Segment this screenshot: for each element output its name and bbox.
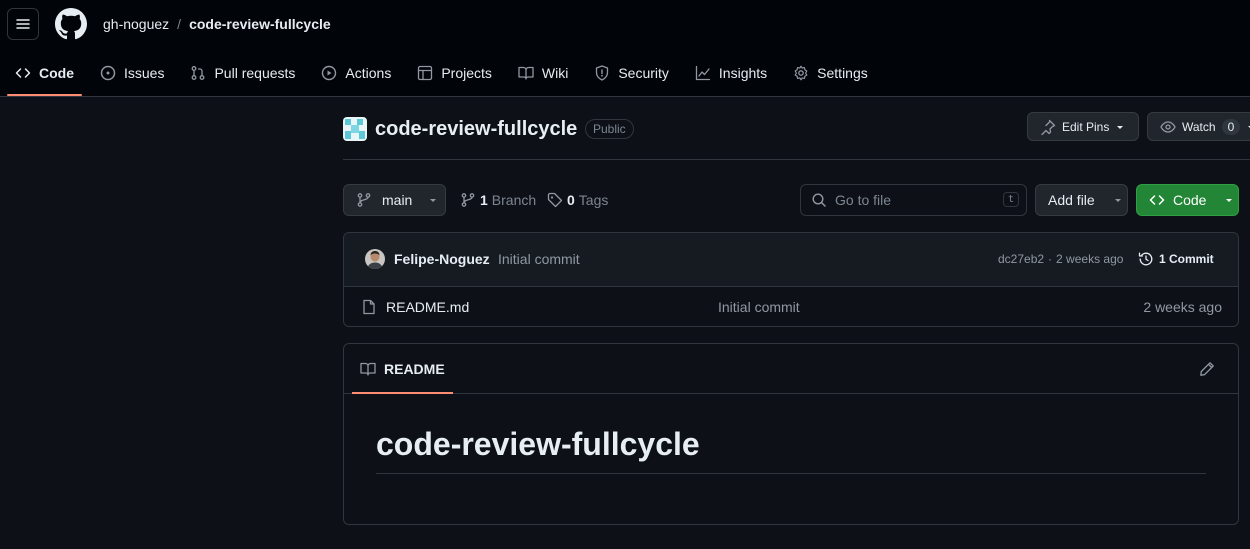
tab-label: Security bbox=[618, 65, 669, 81]
graph-icon bbox=[695, 65, 711, 81]
tab-projects[interactable]: Projects bbox=[409, 53, 500, 93]
breadcrumb-owner-link[interactable]: gh-noguez bbox=[103, 16, 169, 32]
tab-label: Issues bbox=[124, 65, 165, 81]
avatar[interactable] bbox=[365, 249, 385, 269]
tab-label: Actions bbox=[345, 65, 392, 81]
tags-link[interactable]: 0 Tags bbox=[547, 192, 608, 208]
watch-button[interactable]: Watch 0 bbox=[1147, 112, 1250, 141]
tag-count: 0 bbox=[567, 192, 575, 208]
repo-owner-avatar bbox=[343, 117, 367, 141]
history-icon bbox=[1138, 252, 1153, 266]
caret-down-icon bbox=[1248, 125, 1250, 128]
repo-nav-tabs: Code Issues Pull requests Actions Projec… bbox=[7, 53, 886, 97]
breadcrumb-repo-link[interactable]: code-review-fullcycle bbox=[189, 16, 331, 32]
branch-icon bbox=[461, 193, 475, 207]
table-row[interactable]: README.md Initial commit 2 weeks ago bbox=[344, 287, 1238, 326]
eye-icon bbox=[1160, 120, 1176, 133]
breadcrumb: gh-noguez / code-review-fullcycle bbox=[103, 16, 331, 32]
code-icon bbox=[1149, 195, 1165, 205]
search-icon bbox=[812, 193, 826, 207]
code-dropdown-button[interactable]: Code bbox=[1136, 184, 1239, 216]
readme-header: README bbox=[344, 344, 1238, 394]
readme-tab[interactable]: README bbox=[352, 344, 453, 394]
play-icon bbox=[322, 65, 337, 81]
branch-count: 1 bbox=[480, 192, 488, 208]
readme-tab-label: README bbox=[384, 360, 445, 377]
branch-toolbar: main 1 Branch 0 Tags Go to file t Add fi… bbox=[343, 184, 1239, 216]
tab-label: Insights bbox=[718, 65, 768, 81]
edit-pins-button[interactable]: Edit Pins bbox=[1027, 112, 1139, 141]
file-browser: Felipe-Noguez Initial commit dc27eb2 · 2… bbox=[343, 232, 1239, 327]
branch-selector[interactable]: main bbox=[343, 184, 446, 216]
tab-label: Code bbox=[39, 65, 74, 81]
shield-icon bbox=[596, 65, 609, 81]
commit-author[interactable]: Felipe-Noguez bbox=[394, 251, 490, 267]
file-icon bbox=[363, 299, 375, 315]
pin-icon bbox=[1041, 119, 1056, 135]
tab-label: Projects bbox=[441, 65, 492, 81]
hamburger-icon bbox=[16, 19, 30, 29]
commit-age: 2 weeks ago bbox=[1056, 252, 1124, 266]
watch-count: 0 bbox=[1221, 118, 1241, 135]
tab-pull-requests[interactable]: Pull requests bbox=[182, 53, 303, 93]
menu-button[interactable] bbox=[7, 8, 39, 40]
book-icon bbox=[518, 66, 534, 80]
github-logo-icon[interactable] bbox=[55, 8, 87, 40]
repo-title-bar: code-review-fullcycle Public Edit Pins W… bbox=[343, 112, 1250, 160]
tab-code[interactable]: Code bbox=[7, 53, 82, 96]
repo-title[interactable]: code-review-fullcycle bbox=[375, 118, 577, 141]
add-file-button[interactable]: Add file bbox=[1035, 184, 1128, 216]
commit-message[interactable]: Initial commit bbox=[498, 251, 580, 267]
book-icon bbox=[360, 362, 376, 376]
branch-icon bbox=[357, 193, 371, 207]
pencil-icon[interactable] bbox=[1199, 361, 1215, 377]
tab-issues[interactable]: Issues bbox=[92, 53, 172, 93]
branch-count-label: Branch bbox=[491, 192, 537, 208]
tab-label: Settings bbox=[817, 65, 868, 81]
gear-icon bbox=[794, 65, 808, 81]
issue-icon bbox=[100, 65, 116, 81]
tab-wiki[interactable]: Wiki bbox=[510, 53, 576, 93]
go-to-file-input[interactable]: Go to file t bbox=[800, 184, 1027, 216]
tab-label: Pull requests bbox=[214, 65, 296, 81]
breadcrumb-separator: / bbox=[177, 16, 182, 32]
edit-pins-label: Edit Pins bbox=[1062, 119, 1110, 134]
app-header: gh-noguez / code-review-fullcycle Code I… bbox=[0, 0, 1250, 97]
code-button-label: Code bbox=[1173, 192, 1207, 208]
tab-label: Wiki bbox=[541, 65, 569, 81]
tab-settings[interactable]: Settings bbox=[785, 53, 876, 93]
commit-history-link[interactable]: 1 Commit bbox=[1138, 251, 1214, 267]
watch-label: Watch bbox=[1182, 119, 1216, 134]
commit-meta: dc27eb2 · 2 weeks ago bbox=[998, 252, 1123, 266]
code-icon bbox=[15, 68, 31, 78]
caret-down-icon bbox=[1114, 199, 1121, 202]
latest-commit-row: Felipe-Noguez Initial commit dc27eb2 · 2… bbox=[344, 233, 1238, 287]
commit-meta-separator: · bbox=[1048, 252, 1053, 266]
keyboard-shortcut-hint: t bbox=[1002, 192, 1019, 207]
file-commit-message[interactable]: Initial commit bbox=[718, 299, 800, 315]
add-file-label: Add file bbox=[1048, 192, 1095, 208]
tab-actions[interactable]: Actions bbox=[313, 53, 399, 93]
file-name-link[interactable]: README.md bbox=[386, 299, 469, 315]
tag-count-label: Tags bbox=[578, 192, 609, 208]
tab-insights[interactable]: Insights bbox=[687, 53, 775, 93]
commit-hash[interactable]: dc27eb2 bbox=[998, 252, 1044, 266]
caret-down-icon bbox=[430, 199, 437, 202]
table-icon bbox=[418, 65, 433, 81]
readme-heading: code-review-fullcycle bbox=[376, 426, 1206, 474]
caret-down-icon bbox=[1117, 125, 1124, 129]
caret-down-icon bbox=[1226, 199, 1233, 202]
readme-panel: README code-review-fullcycle bbox=[343, 343, 1239, 525]
pull-request-icon bbox=[192, 66, 205, 80]
branches-link[interactable]: 1 Branch bbox=[460, 192, 536, 208]
tab-security[interactable]: Security bbox=[586, 53, 677, 93]
commit-count-label: 1 Commit bbox=[1159, 252, 1214, 266]
visibility-badge: Public bbox=[585, 119, 634, 139]
tag-icon bbox=[547, 192, 563, 208]
file-commit-age: 2 weeks ago bbox=[1143, 299, 1222, 315]
search-placeholder: Go to file bbox=[835, 192, 892, 208]
branch-name: main bbox=[382, 192, 413, 208]
